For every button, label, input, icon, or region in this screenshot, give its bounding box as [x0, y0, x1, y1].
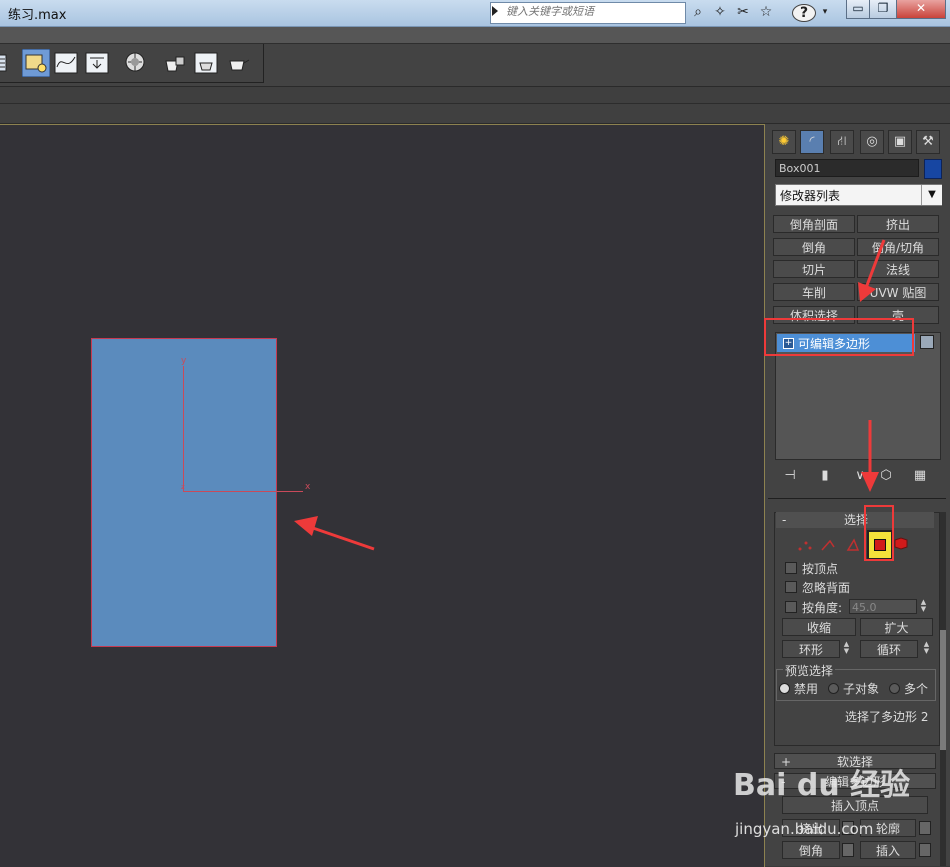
configure-sets-icon[interactable]: ▦ [910, 466, 930, 486]
layer-manager-icon[interactable] [0, 51, 24, 75]
exchange-icon[interactable]: ✂ [733, 3, 753, 21]
search-input[interactable] [506, 3, 681, 19]
preview-subobject-label: 子对象 [843, 682, 880, 696]
inset-button[interactable]: 插入 [860, 841, 916, 859]
border-level-icon[interactable] [846, 538, 860, 551]
ignore-backfacing-label: 忽略背面 [802, 581, 851, 595]
selection-status: 选择了多边形 2 [845, 710, 929, 724]
vertex-level-icon[interactable] [798, 541, 812, 551]
angle-spinner-icon[interactable]: ▲ ▼ [919, 599, 928, 614]
hierarchy-tab-icon[interactable]: ⛙ [830, 130, 854, 154]
minimize-button[interactable]: ▭ [846, 0, 870, 19]
help-dropdown-icon[interactable]: ▾ [815, 3, 835, 21]
material-editor-icon[interactable] [124, 51, 148, 75]
grow-button[interactable]: 扩大 [860, 618, 933, 636]
create-tab-icon[interactable]: ✺ [772, 130, 796, 154]
preview-subobject-radio[interactable] [828, 683, 839, 694]
utilities-tab-icon[interactable]: ⚒ [916, 130, 940, 154]
search-expand-icon[interactable] [492, 6, 498, 16]
close-button[interactable]: ✕ [896, 0, 946, 19]
chevron-down-icon[interactable]: ▼ [921, 185, 942, 205]
by-angle-checkbox[interactable] [785, 601, 797, 613]
panel-scrollbar-thumb[interactable] [940, 630, 946, 750]
collapse-minus-icon[interactable]: - [782, 512, 786, 528]
preview-multi-radio[interactable] [889, 683, 900, 694]
y-axis-label: y [181, 356, 187, 366]
ribbon-strip [0, 87, 950, 104]
ring-button[interactable]: 环形 [782, 640, 840, 658]
viewport-header-strip [0, 104, 950, 124]
bevel-button[interactable]: 倒角 [782, 841, 840, 859]
preview-multi-label: 多个 [904, 682, 929, 696]
angle-input[interactable]: 45.0 [849, 599, 917, 614]
preview-selection-title: 预览选择 [783, 662, 836, 679]
shrink-button[interactable]: 收缩 [782, 618, 856, 636]
box-object[interactable] [91, 338, 277, 647]
modifier-button-bevel-profile[interactable]: 倒角剖面 [773, 215, 855, 233]
modifier-button-lathe[interactable]: 车削 [773, 283, 855, 301]
x-axis-label: x [305, 482, 311, 492]
highlight-stack-item [764, 318, 914, 356]
loop-button[interactable]: 循环 [860, 640, 918, 658]
x-axis-line [183, 491, 303, 492]
schematic-view-icon[interactable] [85, 51, 109, 75]
curve-editor-icon[interactable] [54, 51, 78, 75]
window-title: 练习.max [8, 8, 67, 23]
object-name-field[interactable]: Box001 [775, 159, 919, 177]
show-end-result-icon[interactable]: ▮ [815, 466, 835, 486]
by-angle-label: 按角度: [802, 601, 843, 615]
rendered-frame-icon[interactable] [194, 51, 218, 75]
ignore-backfacing-checkbox[interactable] [785, 581, 797, 593]
outline-settings-icon[interactable] [919, 821, 931, 835]
by-vertex-checkbox[interactable] [785, 562, 797, 574]
modifier-button-slice[interactable]: 切片 [773, 260, 855, 278]
favorite-star-icon[interactable]: ☆ [756, 3, 776, 21]
modifier-button-uvw-map[interactable]: UVW 贴图 [857, 283, 939, 301]
binoculars-icon[interactable]: ⌕ [688, 3, 708, 21]
ring-spinner-icon[interactable]: ▲ ▼ [842, 641, 851, 656]
motion-tab-icon[interactable]: ◎ [860, 130, 884, 154]
modifier-button-extrude[interactable]: 挤出 [857, 215, 939, 233]
restore-button[interactable]: ❐ [869, 0, 897, 19]
selection-rollout-header[interactable]: - 选择 [776, 512, 934, 528]
modify-tab-icon[interactable]: ◜ [800, 130, 824, 154]
remove-modifier-icon[interactable]: ⬡ [876, 466, 896, 486]
inset-settings-icon[interactable] [919, 843, 931, 857]
modifier-button-bevel[interactable]: 倒角 [773, 238, 855, 256]
key-icon[interactable]: ✧ [710, 3, 730, 21]
element-level-icon[interactable] [893, 535, 909, 551]
stack-toggle-icon[interactable] [920, 335, 934, 349]
y-axis-line [183, 366, 184, 492]
baidu-watermark-logo: Bai du 经验 [733, 768, 911, 803]
modifier-button-normal[interactable]: 法线 [857, 260, 939, 278]
edge-level-icon[interactable] [821, 539, 835, 551]
preview-off-label: 禁用 [794, 682, 819, 696]
modifier-button-chamfer[interactable]: 倒角/切角 [857, 238, 939, 256]
by-vertex-label: 按顶点 [802, 562, 839, 576]
help-icon[interactable]: ? [792, 4, 816, 22]
preview-off-radio[interactable] [779, 683, 790, 694]
menu-strip [0, 27, 950, 44]
bevel-settings-icon[interactable] [842, 843, 854, 857]
scene-explorer-icon[interactable] [22, 49, 50, 77]
loop-spinner-icon[interactable]: ▲ ▼ [922, 641, 931, 656]
z-axis-label: z [181, 483, 185, 491]
highlight-polygon-level [864, 505, 894, 561]
object-color-swatch[interactable] [924, 159, 942, 179]
modifier-list-dropdown[interactable]: 修改器列表 [775, 184, 942, 206]
render-setup-icon[interactable] [162, 51, 186, 75]
render-teapot-icon[interactable] [226, 51, 250, 75]
display-tab-icon[interactable]: ▣ [888, 130, 912, 154]
pin-stack-icon[interactable]: ⊣ [780, 466, 800, 486]
baidu-watermark-url: jingyan.baidu.com [735, 820, 874, 838]
panel-divider [768, 498, 946, 499]
make-unique-icon[interactable]: ∨ [850, 466, 870, 486]
